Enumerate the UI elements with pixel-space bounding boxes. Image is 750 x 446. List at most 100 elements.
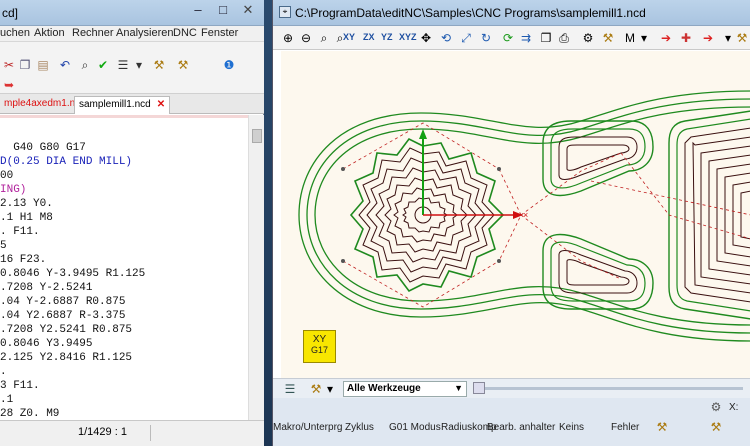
progress-slider[interactable] bbox=[473, 382, 743, 394]
forward-icon[interactable]: ➔ bbox=[659, 31, 673, 45]
pan-icon[interactable]: ✥ bbox=[419, 31, 433, 45]
view-xy-button[interactable]: XY bbox=[343, 32, 355, 42]
list-icon[interactable]: ☰ bbox=[116, 58, 130, 72]
check-icon[interactable]: ✔ bbox=[96, 58, 110, 72]
code-line[interactable]: 16 F23. bbox=[0, 254, 46, 268]
code-line[interactable]: .7208 Y-2.5241 bbox=[0, 282, 92, 296]
code-line[interactable]: . bbox=[0, 366, 7, 380]
menu-aktion[interactable]: Aktion bbox=[34, 27, 65, 39]
editor-title-bar[interactable]: cd] – □ ✕ bbox=[0, 0, 264, 26]
scrollbar-thumb[interactable] bbox=[252, 129, 262, 143]
status-zyklus: Zyklus bbox=[345, 422, 374, 433]
editor-window: cd] – □ ✕ uchen Aktion Rechner Analysier… bbox=[0, 0, 264, 446]
code-line[interactable]: 5 bbox=[0, 240, 7, 254]
status-tool-icon: ⚒ bbox=[656, 420, 668, 434]
m1-icon[interactable]: M bbox=[623, 31, 637, 45]
print-icon[interactable]: ⎙ bbox=[557, 31, 571, 45]
plane-indicator: XY G17 bbox=[303, 330, 336, 363]
tool-display-icon[interactable]: ⚒ bbox=[601, 31, 615, 45]
tab-close-icon[interactable]: ✕ bbox=[157, 99, 165, 110]
dropdown-arrow-2-icon[interactable]: ▾ bbox=[721, 31, 735, 45]
code-line[interactable]: 2.13 Y0. bbox=[0, 198, 53, 212]
zoom-window-icon[interactable]: ⌕ bbox=[317, 31, 331, 45]
code-line[interactable]: ING) bbox=[0, 184, 26, 198]
tab-samplemill1[interactable]: samplemill1.ncd ✕ bbox=[74, 96, 171, 114]
tool-flip-icon[interactable]: ⚒ bbox=[176, 58, 190, 72]
code-line[interactable]: 2.125 Y2.8416 R1.125 bbox=[0, 352, 132, 366]
plane-label: XY bbox=[312, 334, 327, 345]
backplot-canvas[interactable]: × XY G17 bbox=[281, 51, 750, 378]
cut-icon[interactable]: ✂ bbox=[2, 58, 16, 72]
code-line[interactable]: .04 Y-2.6887 R0.875 bbox=[0, 296, 125, 310]
code-line[interactable]: 0.8046 Y3.9495 bbox=[0, 338, 92, 352]
code-line[interactable]: 00 bbox=[0, 170, 13, 184]
status-fehler: Fehler bbox=[611, 422, 640, 433]
view-zx-button[interactable]: ZX bbox=[363, 32, 375, 42]
editor-window-title: cd] bbox=[2, 6, 19, 20]
sync-icon[interactable]: ⟳ bbox=[501, 31, 515, 45]
insert-icon[interactable]: ➥ bbox=[2, 78, 16, 92]
file-tabs: mple4axedm1.ncd samplemill1.ncd ✕ bbox=[0, 94, 264, 114]
paste-icon[interactable]: ▤ bbox=[36, 58, 50, 72]
backplot-status-bar: ⚙ X: Makro/Unterprg Zyklus G01 Modus Rad… bbox=[273, 398, 750, 446]
axes: × bbox=[419, 129, 528, 220]
cursor-position: 1/1429 : 1 bbox=[78, 426, 127, 438]
svg-text:×: × bbox=[523, 210, 528, 220]
tool-dropdown[interactable]: Alle Werkzeuge ▼ bbox=[343, 381, 467, 397]
zoom-out-icon[interactable]: ⊖ bbox=[299, 31, 313, 45]
fit-view-icon[interactable]: ⤢ bbox=[459, 31, 473, 45]
step-icon[interactable]: ⇉ bbox=[519, 31, 533, 45]
code-line[interactable]: D(0.25 DIA END MILL) bbox=[0, 156, 132, 170]
toolpath-drawing: × bbox=[298, 90, 750, 342]
vertical-scrollbar[interactable] bbox=[248, 115, 264, 420]
menu-fenster[interactable]: Fenster bbox=[201, 27, 238, 39]
code-line[interactable]: .7208 Y2.5241 R0.875 bbox=[0, 324, 132, 338]
slider-knob[interactable] bbox=[473, 382, 485, 394]
code-line[interactable]: .04 Y2.6887 R-3.375 bbox=[0, 310, 125, 324]
dropdown-arrow-icon[interactable]: ▾ bbox=[637, 31, 651, 45]
code-line[interactable]: .1 H1 M8 bbox=[0, 212, 53, 226]
backplot-toolbar: ⊕ ⊖ ⌕ ⌕ XY ZX YZ XYZ ✥ ⟲ ⤢ ↻ ⟳ ⇉ ❐ ⎙ ⚙ ⚒… bbox=[273, 26, 750, 50]
view-yz-button[interactable]: YZ bbox=[381, 32, 393, 42]
close-window-button[interactable]: ✕ bbox=[234, 0, 262, 20]
rapid-moves bbox=[342, 122, 750, 308]
refresh-icon[interactable]: ↻ bbox=[479, 31, 493, 45]
code-line[interactable]: G40 G80 G17 bbox=[0, 142, 86, 156]
maximize-button[interactable]: □ bbox=[212, 0, 234, 20]
dropdown-arrow-icon[interactable]: ▾ bbox=[132, 58, 146, 72]
code-line[interactable]: 28 Z0. M9 bbox=[0, 408, 59, 420]
code-line[interactable]: .1 bbox=[0, 394, 13, 408]
view-xyz-button[interactable]: XYZ bbox=[399, 32, 417, 42]
tool-filter-icon[interactable]: ⚒ bbox=[309, 382, 323, 396]
axis-gizmo-icon: ⚙ bbox=[710, 400, 722, 414]
help-icon[interactable]: ❶ bbox=[222, 58, 236, 72]
tool-list-icon[interactable]: ☰ bbox=[283, 382, 297, 396]
tool-dropdown-value: Alle Werkzeuge bbox=[347, 383, 421, 394]
marker-icon[interactable]: ✚ bbox=[679, 31, 693, 45]
settings-icon[interactable]: ⚙ bbox=[581, 31, 595, 45]
code-line[interactable]: . F11. bbox=[0, 226, 40, 240]
backplot-title-bar[interactable]: ⌖ C:\ProgramData\editNC\Samples\CNC Prog… bbox=[273, 0, 750, 26]
arrow-icon[interactable]: ➔ bbox=[701, 31, 715, 45]
code-line[interactable]: 3 F11. bbox=[0, 380, 40, 394]
end-tool-icon[interactable]: ⚒ bbox=[735, 31, 749, 45]
tool-icon[interactable]: ⚒ bbox=[152, 58, 166, 72]
menu-rechner[interactable]: Rechner bbox=[72, 27, 114, 39]
status-g01-modus: G01 Modus bbox=[389, 422, 441, 433]
code-editor[interactable]: G40 G80 G17 D(0.25 DIA END MILL) 00 ING) 2.1… bbox=[0, 115, 248, 420]
rotate-icon[interactable]: ⟲ bbox=[439, 31, 453, 45]
copy-view-icon[interactable]: ❐ bbox=[539, 31, 553, 45]
dropdown-arrow-3-icon[interactable]: ▾ bbox=[323, 382, 337, 396]
find-icon[interactable]: ⌕ bbox=[78, 58, 92, 72]
menu-suchen[interactable]: uchen bbox=[0, 27, 30, 39]
zoom-in-icon[interactable]: ⊕ bbox=[281, 31, 295, 45]
undo-icon[interactable]: ↶ bbox=[58, 58, 72, 72]
menu-dnc[interactable]: DNC bbox=[173, 27, 197, 39]
plane-code: G17 bbox=[310, 345, 328, 355]
copy-icon[interactable]: ❐ bbox=[18, 58, 32, 72]
code-line[interactable]: 0.8046 Y-3.9495 R1.125 bbox=[0, 268, 145, 282]
desktop-background: cd] – □ ✕ uchen Aktion Rechner Analysier… bbox=[0, 0, 750, 446]
backplot-window: ⌖ C:\ProgramData\editNC\Samples\CNC Prog… bbox=[272, 0, 750, 446]
menu-analysieren[interactable]: Analysieren bbox=[116, 27, 173, 39]
minimize-button[interactable]: – bbox=[186, 0, 210, 20]
